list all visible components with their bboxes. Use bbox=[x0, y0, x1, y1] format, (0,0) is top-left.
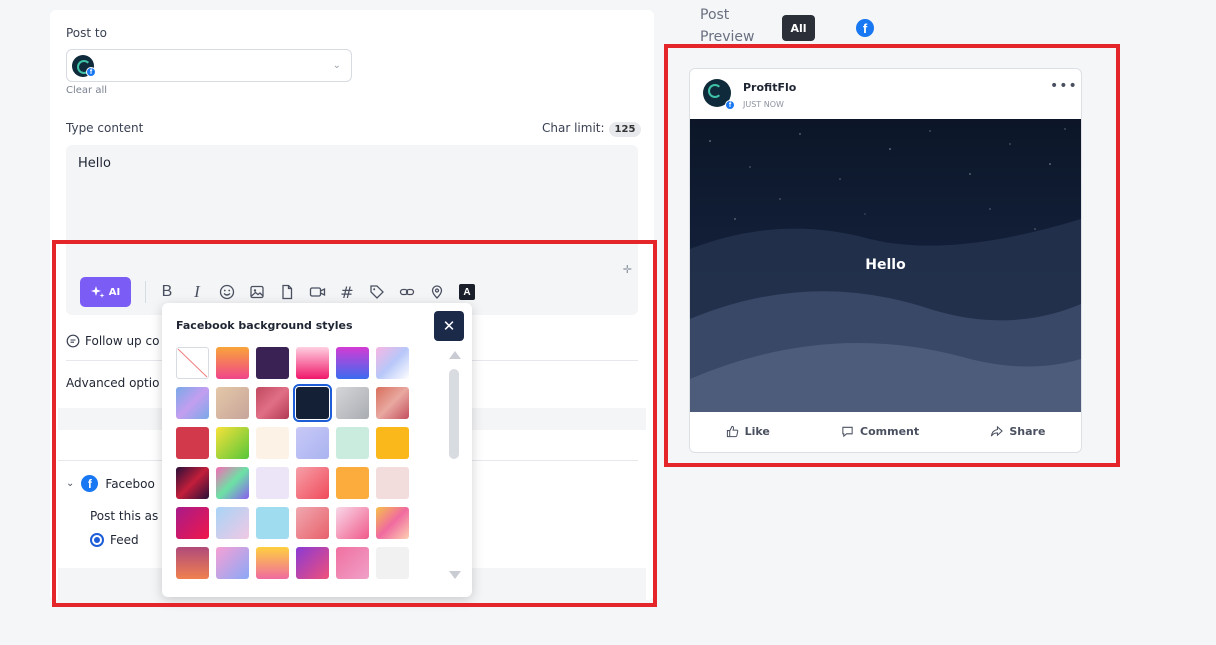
content-text[interactable]: Hello bbox=[78, 156, 111, 171]
no-background-swatch[interactable] bbox=[176, 347, 209, 379]
close-button[interactable]: ✕ bbox=[434, 311, 464, 341]
char-limit-label: Char limit: bbox=[542, 121, 605, 135]
scrollbar[interactable] bbox=[449, 351, 461, 579]
resize-handle-icon[interactable]: ✛ bbox=[623, 263, 632, 276]
radio-selected-icon bbox=[90, 533, 104, 547]
background-swatch[interactable] bbox=[376, 507, 409, 539]
background-swatch[interactable] bbox=[296, 467, 329, 499]
follow-up-label: Follow up co bbox=[85, 334, 160, 348]
background-swatch[interactable] bbox=[336, 467, 369, 499]
background-swatch[interactable] bbox=[296, 507, 329, 539]
background-swatch[interactable] bbox=[336, 427, 369, 459]
share-icon bbox=[991, 425, 1004, 436]
like-label: Like bbox=[744, 424, 770, 438]
comment-button[interactable]: Comment bbox=[841, 421, 919, 441]
background-swatch[interactable] bbox=[256, 387, 289, 419]
background-swatch[interactable] bbox=[216, 467, 249, 499]
ai-label: AI bbox=[108, 286, 121, 298]
post-text: Hello bbox=[865, 257, 906, 273]
feed-label: Feed bbox=[110, 533, 139, 547]
background-swatch[interactable] bbox=[296, 547, 329, 579]
facebook-section-label: Faceboo bbox=[105, 476, 155, 491]
background-swatch[interactable] bbox=[176, 427, 209, 459]
popover-title: Facebook background styles bbox=[176, 319, 353, 332]
feed-radio[interactable]: Feed bbox=[90, 533, 139, 547]
background-swatch[interactable] bbox=[216, 547, 249, 579]
close-icon: ✕ bbox=[442, 317, 456, 335]
follow-up-row[interactable]: Follow up co bbox=[66, 334, 159, 348]
chevron-down-icon: ⌄ bbox=[332, 60, 341, 71]
background-swatch[interactable] bbox=[376, 547, 409, 579]
background-swatch[interactable] bbox=[296, 427, 329, 459]
background-styles-popover: Facebook background styles ✕ bbox=[162, 303, 472, 597]
post-background-image: Hello bbox=[690, 119, 1081, 412]
char-limit: Char limit: 125 bbox=[542, 121, 642, 137]
post-timestamp: JUST NOW bbox=[743, 100, 784, 109]
background-swatch[interactable] bbox=[376, 347, 409, 379]
char-limit-badge: 125 bbox=[608, 122, 642, 137]
facebook-badge-icon: f bbox=[725, 100, 735, 110]
background-swatch[interactable] bbox=[216, 387, 249, 419]
post-actions: Like Comment Share bbox=[690, 421, 1081, 441]
like-button[interactable]: Like bbox=[726, 421, 770, 441]
background-swatch[interactable] bbox=[256, 347, 289, 379]
ai-button[interactable]: AI bbox=[80, 277, 131, 307]
facebook-post-preview: f ProfitFlo JUST NOW ••• Hello Like Comm… bbox=[689, 68, 1082, 453]
scroll-up-arrow-icon[interactable] bbox=[449, 351, 461, 359]
facebook-tab-icon[interactable]: f bbox=[856, 19, 874, 37]
scroll-down-arrow-icon[interactable] bbox=[449, 571, 461, 579]
share-button[interactable]: Share bbox=[990, 421, 1045, 441]
background-swatch[interactable] bbox=[176, 507, 209, 539]
clear-all-link[interactable]: Clear all bbox=[66, 85, 107, 96]
background-swatch[interactable] bbox=[216, 507, 249, 539]
facebook-section-toggle[interactable]: ⌄ f Faceboo bbox=[66, 475, 155, 492]
advanced-options-toggle[interactable]: Advanced optio bbox=[66, 376, 159, 390]
background-swatch[interactable] bbox=[176, 547, 209, 579]
sparkles-icon bbox=[90, 286, 105, 298]
share-label: Share bbox=[1009, 424, 1046, 438]
background-swatch[interactable] bbox=[176, 467, 209, 499]
background-swatch[interactable] bbox=[336, 547, 369, 579]
all-tab[interactable]: All bbox=[782, 15, 815, 41]
more-options-icon[interactable]: ••• bbox=[1050, 78, 1078, 94]
post-preview-title: Post Preview bbox=[700, 4, 762, 48]
background-swatch[interactable] bbox=[336, 507, 369, 539]
background-swatch[interactable] bbox=[176, 387, 209, 419]
background-swatch[interactable] bbox=[293, 384, 332, 422]
background-swatch[interactable] bbox=[376, 387, 409, 419]
post-preview-title-line: Post Preview bbox=[700, 7, 755, 45]
background-swatch[interactable] bbox=[336, 387, 369, 419]
background-swatch[interactable] bbox=[256, 547, 289, 579]
scroll-thumb[interactable] bbox=[449, 369, 459, 459]
background-swatch[interactable] bbox=[216, 347, 249, 379]
comment-label: Comment bbox=[860, 424, 920, 438]
post-this-as-label: Post this as bbox=[90, 509, 159, 523]
post-to-label: Post to bbox=[66, 26, 107, 40]
type-content-label: Type content bbox=[66, 121, 144, 135]
chat-icon bbox=[66, 334, 80, 348]
facebook-icon: f bbox=[81, 475, 99, 492]
background-swatch[interactable] bbox=[336, 347, 369, 379]
background-swatch[interactable] bbox=[216, 427, 249, 459]
post-to-select[interactable]: f ⌄ bbox=[66, 49, 352, 82]
background-swatch[interactable] bbox=[376, 427, 409, 459]
facebook-badge-icon: f bbox=[86, 67, 96, 77]
comment-icon bbox=[842, 426, 853, 437]
toolbar-divider bbox=[145, 281, 146, 303]
background-swatch[interactable] bbox=[256, 467, 289, 499]
like-icon bbox=[726, 425, 738, 437]
background-swatch[interactable] bbox=[256, 427, 289, 459]
background-swatch[interactable] bbox=[376, 467, 409, 499]
background-swatch[interactable] bbox=[256, 507, 289, 539]
content-editor[interactable]: Hello ✛ AI B I # A bbox=[66, 145, 638, 315]
account-name: ProfitFlo bbox=[743, 81, 797, 94]
background-swatch[interactable] bbox=[296, 347, 329, 379]
chevron-down-icon: ⌄ bbox=[66, 478, 75, 489]
